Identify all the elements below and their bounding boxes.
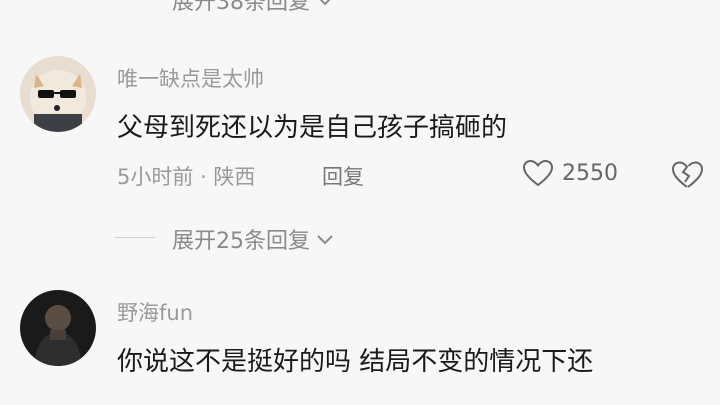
comment-text: 父母到死还以为是自己孩子搞砸的 <box>117 113 508 143</box>
avatar[interactable] <box>20 56 96 132</box>
comment-text: 你说这不是挺好的吗 结局不变的情况下还 <box>117 347 594 377</box>
broken-heart-icon <box>671 161 704 188</box>
comment-meta: 5小时前 · 陕西 <box>117 161 255 191</box>
meta-separator: · <box>200 165 214 189</box>
expand-label: 展开38条回复 <box>172 0 310 15</box>
heart-icon <box>522 159 554 187</box>
comment-username[interactable]: 唯一缺点是太帅 <box>117 63 264 93</box>
comment-time: 5小时前 <box>117 165 194 189</box>
like-button[interactable]: 2550 <box>522 159 618 187</box>
dislike-button[interactable] <box>670 160 704 194</box>
expand-replies-button[interactable]: 展开25条回复 <box>172 223 334 255</box>
like-count: 2550 <box>562 160 618 186</box>
expand-replies-button[interactable]: 展开38条回复 <box>172 0 334 16</box>
chevron-down-icon <box>316 0 334 13</box>
divider-line <box>115 237 155 238</box>
expand-label: 展开25条回复 <box>172 229 310 254</box>
reply-button[interactable]: 回复 <box>322 161 364 191</box>
avatar[interactable] <box>20 290 96 366</box>
comment-username[interactable]: 野海fun <box>117 297 193 327</box>
chevron-down-icon <box>316 227 334 252</box>
comment-location: 陕西 <box>213 165 256 189</box>
